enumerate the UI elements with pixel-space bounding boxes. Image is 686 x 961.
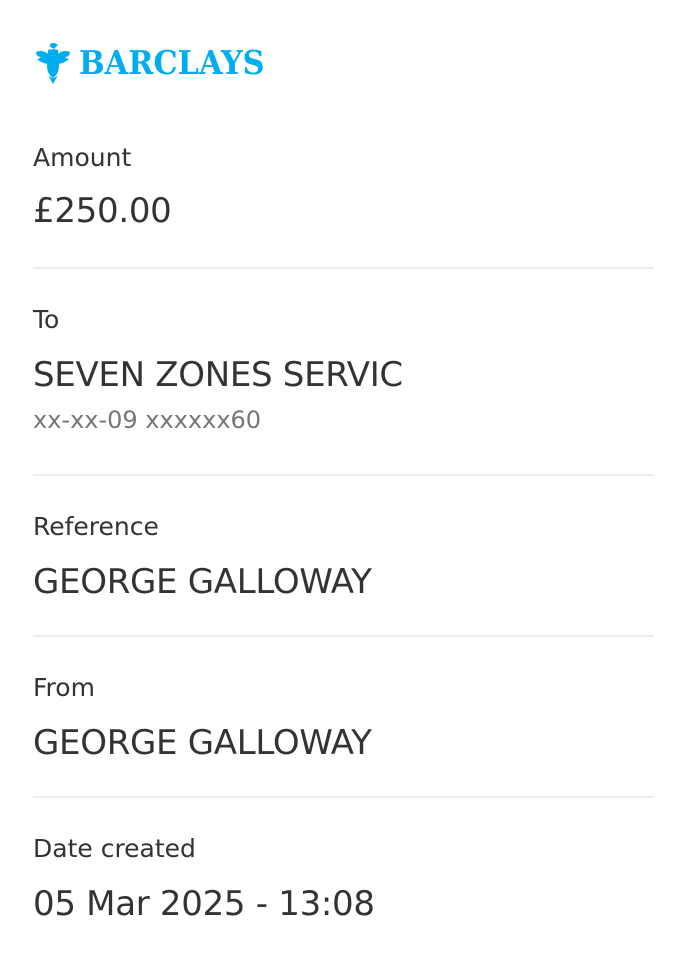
from-value: GEORGE GALLOWAY [33, 723, 372, 763]
date-created-label: Date created [33, 834, 196, 863]
brand-name: BARCLAYS [79, 43, 265, 82]
barclays-logo: BARCLAYS [34, 42, 281, 84]
divider [33, 635, 654, 637]
reference-label: Reference [33, 512, 159, 541]
payee-account-number: xx-xx-09 xxxxxx60 [33, 406, 262, 434]
reference-section: Reference GEORGE GALLOWAY [33, 514, 653, 599]
payee-label: To [33, 305, 60, 334]
reference-value: GEORGE GALLOWAY [33, 562, 372, 602]
divider [33, 474, 654, 476]
amount-label: Amount [33, 143, 132, 172]
payee-section: To SEVEN ZONES SERVIC xx-xx-09 xxxxxx60 [33, 307, 653, 432]
eagle-icon [36, 42, 70, 84]
from-label: From [33, 673, 95, 702]
payee-name: SEVEN ZONES SERVIC [33, 355, 403, 395]
divider [33, 796, 654, 798]
amount-value: £250.00 [33, 191, 172, 231]
amount-section: Amount £250.00 [33, 145, 653, 228]
date-created-section: Date created 05 Mar 2025 - 13:08 [33, 836, 653, 921]
from-section: From GEORGE GALLOWAY [33, 675, 653, 760]
date-created-value: 05 Mar 2025 - 13:08 [33, 884, 375, 924]
divider [33, 267, 654, 269]
